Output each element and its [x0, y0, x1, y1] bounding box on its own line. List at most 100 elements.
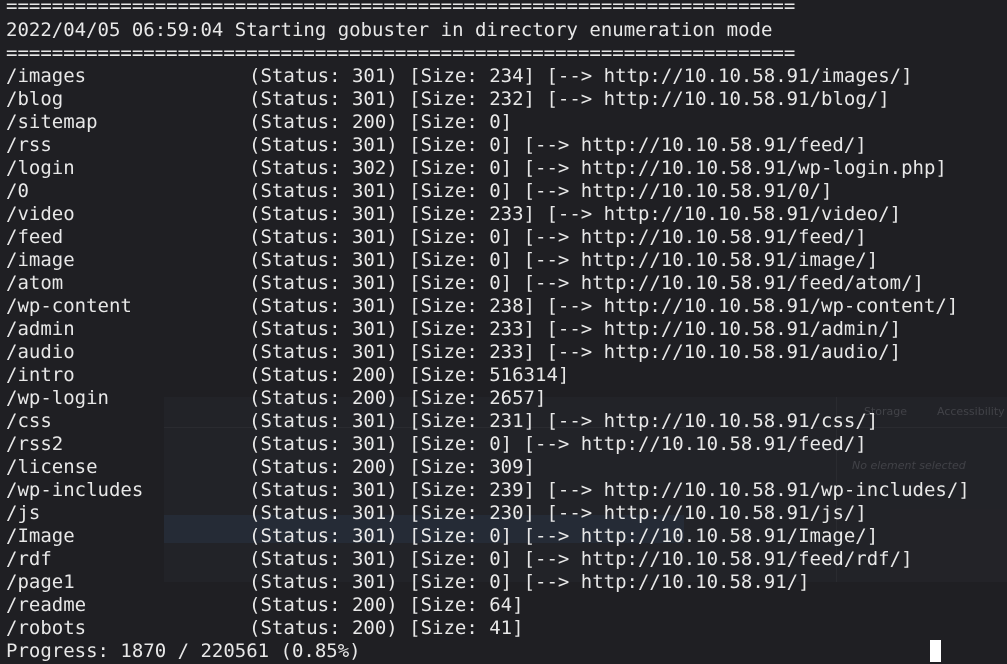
result-row: /image (Status: 301) [Size: 0] [--> http:…	[6, 249, 1001, 272]
result-details: (Status: 301) [Size: 233] [--> http://10…	[249, 203, 901, 226]
result-size: [Size: 0]	[409, 525, 513, 547]
result-path: /wp-content	[6, 295, 132, 317]
result-details: (Status: 200) [Size: 2657]	[249, 387, 546, 410]
result-path: /images	[6, 65, 87, 87]
result-redirect: [--> http://10.10.58.91/images/]	[546, 65, 913, 87]
result-status: (Status: 301)	[249, 226, 398, 248]
result-size: [Size: 516314]	[409, 364, 570, 386]
result-details: (Status: 301) [Size: 0] [--> http://10.1…	[249, 548, 913, 571]
result-status: (Status: 301)	[249, 318, 398, 340]
result-row: /sitemap (Status: 200) [Size: 0]	[6, 111, 1001, 134]
result-row: /admin (Status: 301) [Size: 233] [--> htt…	[6, 318, 1001, 341]
result-size: [Size: 0]	[409, 226, 513, 248]
result-redirect: [--> http://10.10.58.91/0/]	[523, 180, 833, 202]
result-path: /atom	[6, 272, 64, 294]
result-row: /feed (Status: 301) [Size: 0] [--> http:/…	[6, 226, 1001, 249]
result-redirect: [--> http://10.10.58.91/feed/]	[523, 226, 867, 248]
result-details: (Status: 200) [Size: 41]	[249, 617, 524, 640]
result-row: /images (Status: 301) [Size: 234] [--> ht…	[6, 65, 1001, 88]
result-redirect: [--> http://10.10.58.91/js/]	[546, 502, 867, 524]
separator-bottom: ========================================…	[6, 42, 796, 64]
result-redirect: [--> http://10.10.58.91/feed/rdf/]	[523, 548, 913, 570]
result-path: /Image	[6, 525, 75, 547]
result-row: /atom (Status: 301) [Size: 0] [--> http:/…	[6, 272, 1001, 295]
result-details: (Status: 302) [Size: 0] [--> http://10.1…	[249, 157, 947, 180]
result-size: [Size: 0]	[409, 134, 513, 156]
result-details: (Status: 301) [Size: 233] [--> http://10…	[249, 341, 901, 364]
result-status: (Status: 301)	[249, 272, 398, 294]
result-row: /wp-includes (Status: 301) [Size: 239] [-…	[6, 479, 1001, 502]
terminal-cursor	[930, 640, 941, 662]
result-details: (Status: 301) [Size: 0] [--> http://10.1…	[249, 433, 867, 456]
result-details: (Status: 301) [Size: 239] [--> http://10…	[249, 479, 970, 502]
result-details: (Status: 301) [Size: 0] [--> http://10.1…	[249, 272, 924, 295]
result-row: /js (Status: 301) [Size: 230] [--> http:/…	[6, 502, 1001, 525]
result-size: [Size: 233]	[409, 203, 536, 225]
result-row: /audio (Status: 301) [Size: 233] [--> htt…	[6, 341, 1001, 364]
terminal-header-line: 2022/04/05 06:59:04 Starting gobuster in…	[6, 19, 773, 41]
result-status: (Status: 200)	[249, 387, 398, 409]
result-redirect: [--> http://10.10.58.91/wp-includes/]	[546, 479, 970, 501]
result-size: [Size: 309]	[409, 456, 536, 478]
result-row: /login (Status: 302) [Size: 0] [--> http:…	[6, 157, 1001, 180]
result-details: (Status: 301) [Size: 230] [--> http://10…	[249, 502, 867, 525]
result-details: (Status: 301) [Size: 234] [--> http://10…	[249, 65, 913, 88]
result-redirect: [--> http://10.10.58.91/css/]	[546, 410, 879, 432]
result-details: (Status: 301) [Size: 233] [--> http://10…	[249, 318, 901, 341]
result-size: [Size: 0]	[409, 180, 513, 202]
result-details: (Status: 301) [Size: 238] [--> http://10…	[249, 295, 958, 318]
result-path: /readme	[6, 594, 87, 616]
result-row: /intro (Status: 200) [Size: 516314]	[6, 364, 1001, 387]
progress-line: Progress: 1870 / 220561 (0.85%)	[6, 640, 361, 662]
result-size: [Size: 2657]	[409, 387, 547, 409]
result-size: [Size: 232]	[409, 88, 536, 110]
result-details: (Status: 200) [Size: 0]	[249, 111, 512, 134]
result-path: /js	[6, 502, 41, 524]
result-path: /0	[6, 180, 29, 202]
result-status: (Status: 301)	[249, 180, 398, 202]
result-status: (Status: 301)	[249, 433, 398, 455]
result-path: /rdf	[6, 548, 52, 570]
result-redirect: [--> http://10.10.58.91/blog/]	[546, 88, 890, 110]
result-details: (Status: 301) [Size: 0] [--> http://10.1…	[249, 134, 867, 157]
result-size: [Size: 231]	[409, 410, 536, 432]
terminal-output[interactable]: ========================================…	[6, 0, 1001, 664]
result-redirect: [--> http://10.10.58.91/feed/]	[523, 433, 867, 455]
result-size: [Size: 41]	[409, 617, 524, 639]
result-status: (Status: 301)	[249, 295, 398, 317]
result-path: /wp-includes	[6, 479, 144, 501]
result-size: [Size: 239]	[409, 479, 536, 501]
result-path: /audio	[6, 341, 75, 363]
result-details: (Status: 200) [Size: 309]	[249, 456, 535, 479]
result-path: /rss2	[6, 433, 64, 455]
result-row: /page1 (Status: 301) [Size: 0] [--> http:…	[6, 571, 1001, 594]
result-status: (Status: 301)	[249, 88, 398, 110]
result-row: /rss (Status: 301) [Size: 0] [--> http://…	[6, 134, 1001, 157]
result-path: /license	[6, 456, 98, 478]
result-redirect: [--> http://10.10.58.91/image/]	[523, 249, 879, 271]
result-status: (Status: 200)	[249, 617, 398, 639]
result-size: [Size: 233]	[409, 341, 536, 363]
result-path: /sitemap	[6, 111, 98, 133]
result-path: /admin	[6, 318, 75, 340]
result-status: (Status: 301)	[249, 479, 398, 501]
result-size: [Size: 238]	[409, 295, 536, 317]
result-size: [Size: 0]	[409, 249, 513, 271]
result-size: [Size: 0]	[409, 571, 513, 593]
result-path: /page1	[6, 571, 75, 593]
result-row: /robots (Status: 200) [Size: 41]	[6, 617, 1001, 640]
result-status: (Status: 301)	[249, 203, 398, 225]
result-status: (Status: 301)	[249, 525, 398, 547]
result-size: [Size: 0]	[409, 548, 513, 570]
result-details: (Status: 301) [Size: 0] [--> http://10.1…	[249, 226, 867, 249]
result-details: (Status: 301) [Size: 0] [--> http://10.1…	[249, 249, 878, 272]
result-path: /robots	[6, 617, 87, 639]
result-status: (Status: 301)	[249, 134, 398, 156]
result-redirect: [--> http://10.10.58.91/wp-login.php]	[523, 157, 947, 179]
result-size: [Size: 0]	[409, 272, 513, 294]
result-size: [Size: 0]	[409, 157, 513, 179]
result-row: /blog (Status: 301) [Size: 232] [--> http…	[6, 88, 1001, 111]
result-row: /wp-login (Status: 200) [Size: 2657]	[6, 387, 1001, 410]
result-row: /rss2 (Status: 301) [Size: 0] [--> http:/…	[6, 433, 1001, 456]
result-status: (Status: 200)	[249, 456, 398, 478]
